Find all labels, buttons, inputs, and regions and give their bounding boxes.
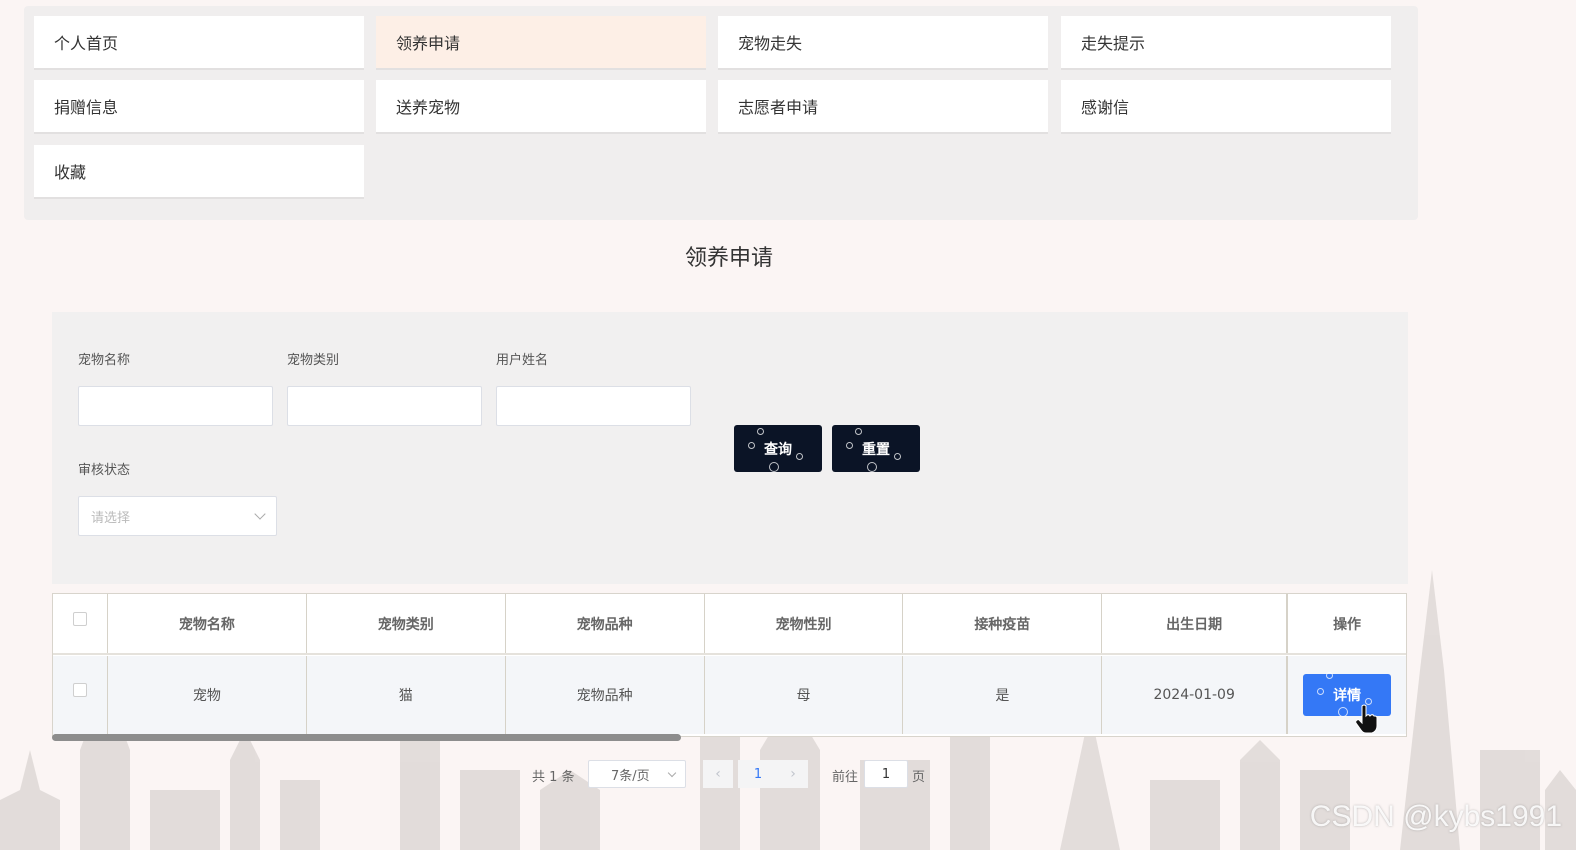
nav-item-rehome-pet[interactable]: 送养宠物 bbox=[376, 80, 706, 134]
review-status-select[interactable]: 请选择 bbox=[78, 496, 277, 536]
column-header: 宠物类别 bbox=[307, 594, 506, 653]
bubble-decoration bbox=[748, 442, 755, 449]
bubble-decoration bbox=[757, 428, 764, 435]
column-header: 操作 bbox=[1287, 594, 1406, 653]
cell-breed: 宠物品种 bbox=[506, 656, 705, 734]
nav-item-favorites[interactable]: 收藏 bbox=[34, 145, 364, 199]
reset-button-label: 重置 bbox=[862, 441, 890, 458]
cell-vaccinated: 是 bbox=[903, 656, 1103, 734]
pet-name-label: 宠物名称 bbox=[78, 353, 131, 368]
page-size-label: 7条/页 bbox=[611, 768, 650, 784]
bubble-decoration bbox=[796, 453, 803, 460]
chevron-left-icon: ‹ bbox=[715, 766, 721, 782]
nav-item-label: 送养宠物 bbox=[396, 98, 461, 117]
reset-button[interactable]: 重置 bbox=[832, 425, 920, 472]
prev-page-button[interactable]: ‹ bbox=[703, 760, 733, 788]
bubble-decoration bbox=[855, 428, 862, 435]
bubble-decoration bbox=[894, 453, 901, 460]
nav-item-label: 志愿者申请 bbox=[738, 98, 819, 117]
query-button[interactable]: 查询 bbox=[734, 425, 822, 472]
nav-panel: 个人首页 领养申请 宠物走失 走失提示 捐赠信息 送养宠物 志愿者申请 感谢信 … bbox=[24, 6, 1418, 220]
select-all-checkbox[interactable] bbox=[72, 611, 87, 626]
nav-item-lost-notice[interactable]: 走失提示 bbox=[1061, 16, 1391, 70]
nav-item-volunteer[interactable]: 志愿者申请 bbox=[718, 80, 1048, 134]
bubble-decoration bbox=[769, 462, 779, 472]
user-name-label: 用户姓名 bbox=[496, 353, 549, 368]
nav-item-label: 领养申请 bbox=[396, 34, 461, 53]
table-row: 宠物 猫 宠物品种 母 是 2024-01-09 详情 bbox=[53, 656, 1406, 734]
page-number-current[interactable]: 1 bbox=[738, 760, 778, 788]
bubble-decoration bbox=[1326, 672, 1334, 679]
goto-page-input[interactable]: 1 bbox=[864, 760, 908, 788]
nav-item-donation[interactable]: 捐赠信息 bbox=[34, 80, 364, 134]
page-title: 领养申请 bbox=[684, 246, 773, 271]
chevron-down-icon bbox=[667, 768, 677, 778]
bubble-decoration bbox=[1338, 707, 1349, 717]
column-header: 宠物名称 bbox=[108, 594, 307, 653]
table-header: 宠物名称 宠物类别 宠物品种 宠物性别 接种疫苗 出生日期 操作 bbox=[53, 594, 1406, 655]
cell-pet-name: 宠物 bbox=[108, 656, 307, 734]
bubble-decoration bbox=[846, 442, 853, 449]
cell-action: 详情 bbox=[1287, 656, 1406, 734]
nav-item-label: 个人首页 bbox=[54, 34, 119, 53]
column-header: 宠物性别 bbox=[705, 594, 904, 653]
pet-category-input[interactable] bbox=[287, 386, 482, 426]
cell-birth-date: 2024-01-09 bbox=[1102, 656, 1288, 734]
chevron-down-icon bbox=[254, 508, 266, 520]
nav-item-pet-lost[interactable]: 宠物走失 bbox=[718, 16, 1048, 70]
pet-name-input[interactable] bbox=[78, 386, 273, 426]
horizontal-scrollbar[interactable] bbox=[52, 734, 681, 741]
chevron-right-icon: › bbox=[790, 766, 796, 782]
row-select-cell bbox=[53, 656, 108, 734]
row-checkbox[interactable] bbox=[72, 683, 87, 697]
nav-item-adoption-application[interactable]: 领养申请 bbox=[376, 16, 706, 70]
adoption-table: 宠物名称 宠物类别 宠物品种 宠物性别 接种疫苗 出生日期 操作 宠物 猫 宠物… bbox=[52, 593, 1407, 737]
nav-item-thank-you-letter[interactable]: 感谢信 bbox=[1061, 80, 1391, 134]
header-select-cell bbox=[53, 594, 108, 653]
column-header: 出生日期 bbox=[1102, 594, 1288, 653]
watermark: CSDN @kybs1991 bbox=[1309, 800, 1562, 833]
next-page-button[interactable]: › bbox=[778, 760, 808, 788]
review-status-placeholder: 请选择 bbox=[91, 510, 131, 526]
nav-item-label: 捐赠信息 bbox=[54, 98, 119, 117]
bubble-decoration bbox=[867, 462, 877, 472]
page-size-select[interactable]: 7条/页 bbox=[588, 760, 686, 788]
nav-item-label: 走失提示 bbox=[1081, 34, 1146, 53]
goto-prefix: 前往 bbox=[832, 770, 859, 785]
search-panel: 宠物名称 宠物类别 用户姓名 审核状态 请选择 查询 重置 bbox=[52, 312, 1408, 584]
cell-gender: 母 bbox=[705, 656, 904, 734]
column-header: 宠物品种 bbox=[506, 594, 705, 653]
user-name-input[interactable] bbox=[496, 386, 691, 426]
cell-category: 猫 bbox=[307, 656, 506, 734]
pagination-total: 共 1 条 bbox=[532, 770, 575, 785]
review-status-label: 审核状态 bbox=[78, 463, 131, 478]
detail-button-label: 详情 bbox=[1333, 688, 1362, 704]
bubble-decoration bbox=[1317, 688, 1325, 695]
nav-item-label: 感谢信 bbox=[1081, 98, 1130, 117]
nav-item-label: 宠物走失 bbox=[738, 34, 803, 53]
nav-item-label: 收藏 bbox=[54, 163, 87, 182]
column-header: 接种疫苗 bbox=[903, 594, 1103, 653]
nav-item-home[interactable]: 个人首页 bbox=[34, 16, 364, 70]
hand-cursor-icon bbox=[1356, 704, 1378, 734]
goto-suffix: 页 bbox=[912, 770, 926, 785]
query-button-label: 查询 bbox=[764, 441, 792, 458]
pet-category-label: 宠物类别 bbox=[287, 353, 340, 368]
